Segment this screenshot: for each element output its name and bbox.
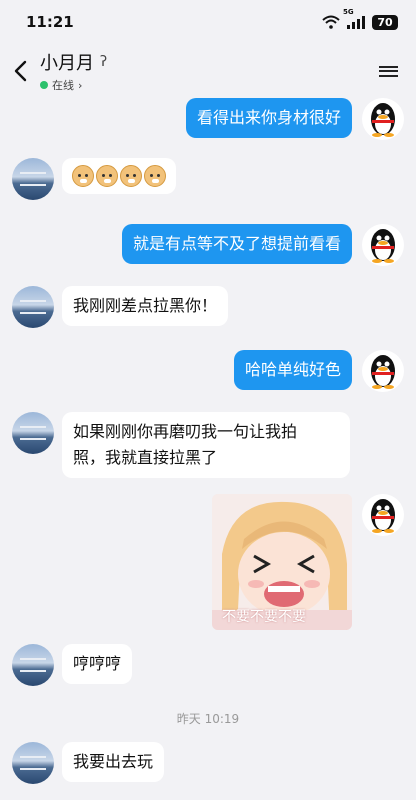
online-status: 在线 bbox=[52, 79, 74, 92]
received-message[interactable]: 哼哼哼 bbox=[62, 644, 133, 684]
my-avatar[interactable] bbox=[362, 350, 404, 392]
contact-info[interactable]: 小月月 ʔ 在线 › bbox=[40, 49, 360, 93]
message-row bbox=[12, 158, 176, 200]
received-message[interactable]: 如果刚刚你再磨叨我一句让我拍 照，我就直接拉黑了 bbox=[62, 412, 350, 478]
emoji-message[interactable] bbox=[62, 158, 176, 194]
message-row: 不要不要不要 bbox=[212, 494, 404, 630]
received-message[interactable]: 我刚刚差点拉黑你！ bbox=[62, 286, 229, 326]
chevron-left-icon bbox=[14, 60, 27, 82]
contact-avatar[interactable] bbox=[12, 742, 54, 784]
wifi-icon bbox=[322, 15, 340, 29]
message-row: 看得出来你身材很好 bbox=[185, 98, 404, 140]
contact-avatar[interactable] bbox=[12, 158, 54, 200]
received-message[interactable]: 我要出去玩 bbox=[62, 742, 165, 782]
penguin-icon bbox=[371, 499, 395, 533]
chevron-right-icon: › bbox=[78, 78, 83, 92]
doge-icon bbox=[96, 165, 118, 187]
my-avatar[interactable] bbox=[362, 98, 404, 140]
status-bar: 11:21 5G 70 bbox=[0, 0, 416, 44]
doge-icon bbox=[144, 165, 166, 187]
sticker-image[interactable]: 不要不要不要 bbox=[212, 494, 352, 630]
message-row: 我刚刚差点拉黑你！ bbox=[12, 286, 229, 328]
penguin-icon bbox=[371, 355, 395, 389]
message-timestamp: 昨天 10:19 bbox=[176, 712, 240, 726]
menu-button[interactable] bbox=[360, 44, 416, 98]
online-dot-icon bbox=[40, 81, 48, 89]
penguin-icon bbox=[371, 103, 395, 137]
sent-message[interactable]: 就是有点等不及了想提前看看 bbox=[121, 224, 352, 264]
message-row: 哈哈单纯好色 bbox=[233, 350, 404, 392]
battery-icon: 70 bbox=[372, 14, 398, 30]
contact-avatar[interactable] bbox=[12, 286, 54, 328]
doge-icon bbox=[72, 165, 94, 187]
sent-message[interactable]: 哈哈单纯好色 bbox=[233, 350, 352, 390]
message-row: 哼哼哼 bbox=[12, 644, 133, 686]
my-avatar[interactable] bbox=[362, 224, 404, 266]
contact-name: 小月月 bbox=[40, 53, 94, 74]
doge-icon bbox=[120, 165, 142, 187]
status-icons: 5G 70 bbox=[322, 8, 398, 30]
ear-icon: ʔ bbox=[100, 54, 108, 70]
chat-header: 小月月 ʔ 在线 › bbox=[0, 44, 416, 98]
penguin-icon bbox=[371, 229, 395, 263]
signal-icon: 5G bbox=[343, 8, 365, 29]
sent-message[interactable]: 看得出来你身材很好 bbox=[185, 98, 352, 138]
contact-avatar[interactable] bbox=[12, 644, 54, 686]
message-row: 我要出去玩 bbox=[12, 742, 165, 784]
status-time: 11:21 bbox=[26, 13, 74, 31]
back-button[interactable] bbox=[0, 44, 40, 98]
network-type: 5G bbox=[343, 8, 354, 16]
my-avatar[interactable] bbox=[362, 494, 404, 536]
hamburger-icon bbox=[378, 63, 398, 79]
sticker-caption: 不要不要不要 bbox=[222, 609, 306, 625]
message-row: 就是有点等不及了想提前看看 bbox=[121, 224, 404, 266]
message-row: 如果刚刚你再磨叨我一句让我拍 照，我就直接拉黑了 bbox=[12, 412, 350, 478]
contact-avatar[interactable] bbox=[12, 412, 54, 454]
